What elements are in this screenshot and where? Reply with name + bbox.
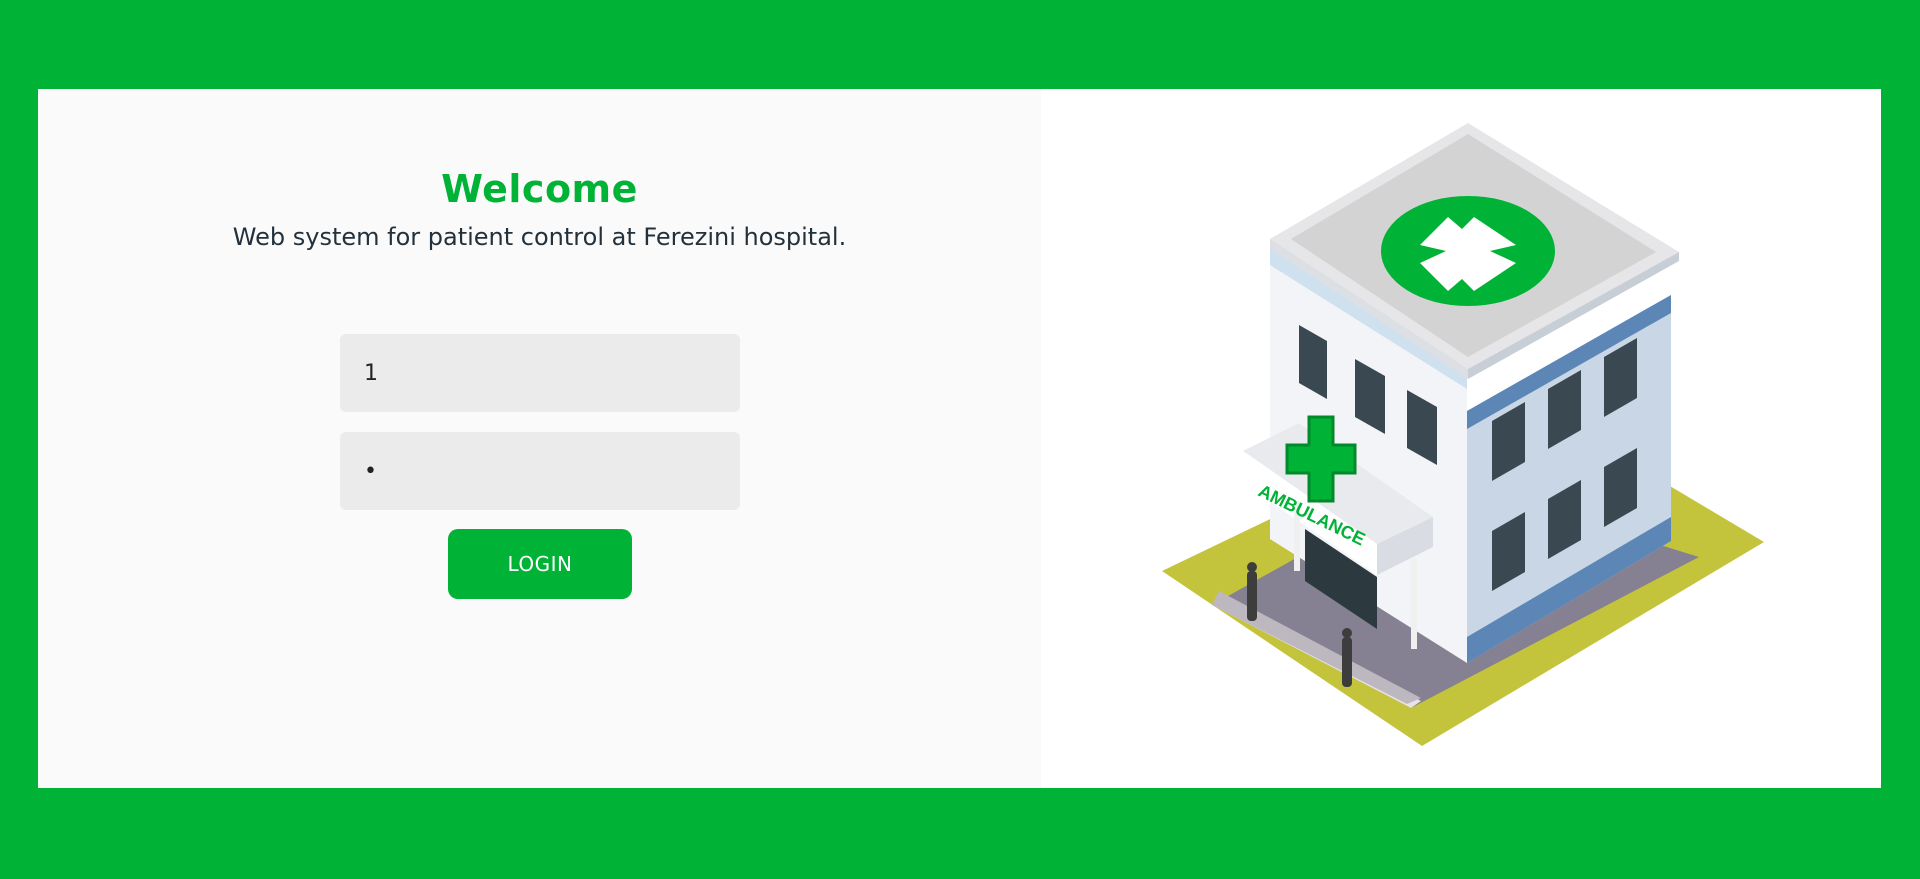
username-input[interactable] [340,334,740,412]
login-panel: Welcome Web system for patient control a… [38,89,1041,788]
welcome-title: Welcome [441,167,638,211]
login-card: Welcome Web system for patient control a… [38,89,1881,788]
welcome-subtitle: Web system for patient control at Ferezi… [232,223,847,251]
illustration-panel: AMBULANCE [1041,89,1881,788]
login-button[interactable]: LOGIN [448,529,632,599]
hospital-building-illustration: AMBULANCE [1162,123,1764,746]
password-input[interactable] [340,432,740,510]
